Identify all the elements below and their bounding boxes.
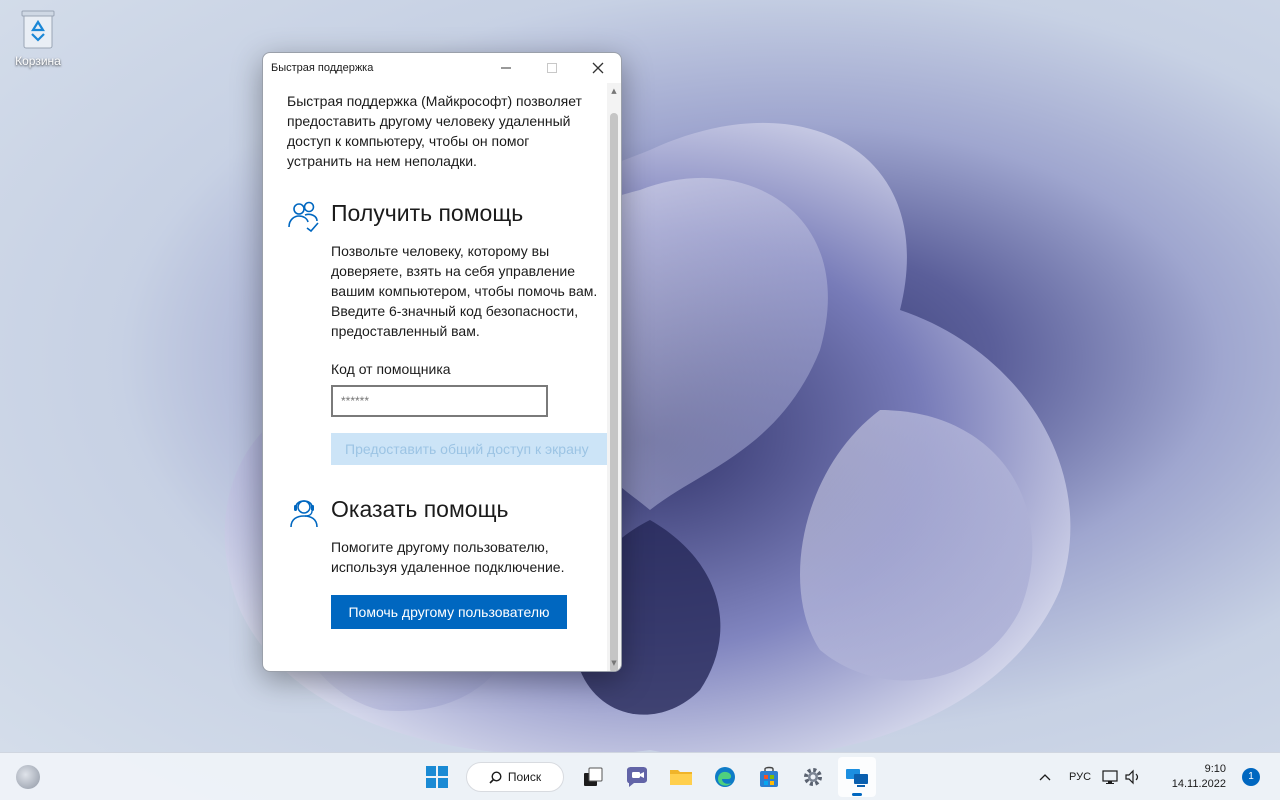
intro-text: Быстрая поддержка (Майкрософт) позволяет… — [287, 93, 582, 169]
scrollbar-thumb[interactable] — [610, 113, 618, 671]
chevron-up-icon — [1039, 774, 1051, 781]
title-bar[interactable]: Быстрая поддержка — [263, 53, 621, 83]
vertical-scrollbar[interactable]: ▲ ▼ — [607, 83, 621, 671]
share-screen-button[interactable]: Предоставить общий доступ к экрану — [331, 433, 607, 465]
network-icon[interactable] — [1100, 766, 1122, 788]
give-help-description: Помогите другому пользователю, используя… — [331, 539, 565, 575]
notification-badge[interactable]: 1 — [1242, 768, 1260, 786]
taskbar: Поиск РУС 9:10 14.11.2022 1 — [0, 752, 1280, 800]
store-icon — [760, 766, 778, 787]
file-explorer-button[interactable] — [662, 757, 700, 797]
gear-icon — [804, 768, 822, 786]
maximize-icon — [547, 63, 557, 73]
close-button[interactable] — [575, 53, 621, 83]
taskbar-apps: Поиск — [418, 757, 876, 797]
input-language[interactable]: РУС — [1060, 771, 1100, 783]
start-button[interactable] — [418, 757, 456, 797]
show-hidden-icons-button[interactable] — [1030, 770, 1060, 784]
recycle-bin-label: Корзина — [15, 54, 61, 68]
get-help-heading: Получить помощь — [331, 200, 524, 226]
scroll-up-arrow-icon[interactable]: ▲ — [607, 87, 621, 95]
chat-app-button[interactable] — [618, 757, 656, 797]
quick-assist-icon — [846, 769, 868, 787]
search-label: Поиск — [507, 770, 542, 784]
give-help-heading: Оказать помощь — [331, 496, 509, 522]
windows-logo-icon — [426, 766, 448, 788]
headset-person-icon — [290, 500, 318, 528]
task-view-icon — [584, 767, 603, 786]
window-title: Быстрая поддержка — [271, 62, 374, 74]
folder-icon — [670, 770, 692, 785]
minimize-icon — [501, 67, 511, 69]
get-help-section: Получить помощь Позвольте человеку, кото… — [287, 197, 607, 465]
teams-chat-icon — [627, 767, 647, 787]
close-icon — [592, 62, 604, 74]
volume-icon[interactable] — [1122, 766, 1144, 788]
quick-assist-taskbar-button[interactable] — [838, 757, 876, 797]
clock[interactable]: 9:10 14.11.2022 — [1154, 762, 1226, 792]
minimize-button[interactable] — [483, 53, 529, 83]
edge-browser-button[interactable] — [706, 757, 744, 797]
window-content: Быстрая поддержка (Майкрософт) позволяет… — [263, 83, 607, 671]
helper-code-input[interactable] — [331, 385, 548, 417]
search-button[interactable]: Поиск — [466, 762, 564, 792]
task-view-button[interactable] — [574, 757, 612, 797]
clock-date: 14.11.2022 — [1171, 778, 1226, 790]
code-label: Код от помощника — [331, 361, 451, 377]
recycle-bin-desktop-icon[interactable]: Корзина — [8, 8, 68, 68]
maximize-button[interactable] — [529, 53, 575, 83]
help-another-user-button[interactable]: Помочь другому пользователю — [331, 595, 567, 629]
widgets-icon[interactable] — [16, 765, 40, 789]
quick-assist-window: Быстрая поддержка Быстрая поддержка (Май… — [262, 52, 622, 672]
system-tray: РУС 9:10 14.11.2022 1 — [1030, 753, 1280, 800]
search-icon — [489, 770, 502, 784]
store-button[interactable] — [750, 757, 788, 797]
recycle-bin-icon — [20, 8, 56, 50]
give-help-section: Оказать помощь Помогите другому пользова… — [287, 493, 607, 629]
scroll-down-arrow-icon[interactable]: ▼ — [607, 659, 621, 667]
clock-time: 9:10 — [1204, 763, 1226, 775]
settings-button[interactable] — [794, 757, 832, 797]
get-help-description: Позвольте человеку, которому вы доверяет… — [331, 243, 598, 339]
edge-icon — [715, 767, 735, 787]
people-check-icon — [288, 201, 319, 233]
